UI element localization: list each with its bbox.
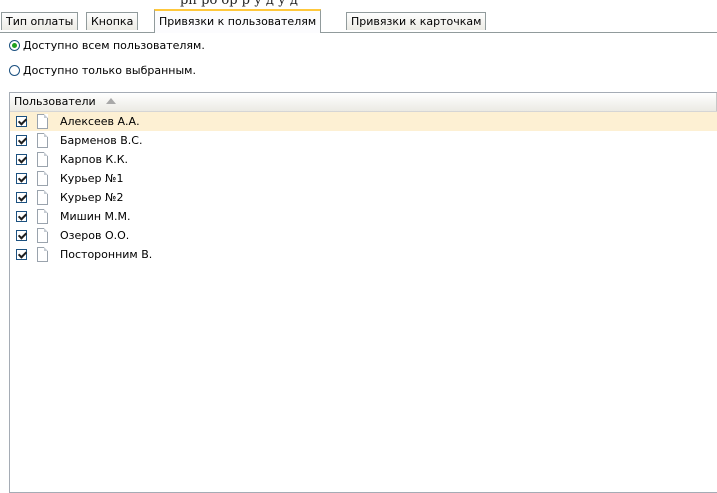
users-rows: Алексеев А.А. Барменов В.С. Карпов К.К. Кур… [10, 112, 717, 264]
radio-unselected-icon[interactable] [9, 65, 20, 76]
users-column-label: Пользователи [14, 95, 96, 108]
user-name: Курьер №1 [60, 172, 124, 185]
document-icon [37, 228, 48, 243]
user-name: Мишин М.М. [60, 210, 131, 223]
checkbox[interactable] [16, 154, 27, 165]
user-name: Курьер №2 [60, 191, 124, 204]
checkbox[interactable] [16, 173, 27, 184]
document-icon [37, 152, 48, 167]
list-item[interactable]: Алексеев А.А. [10, 112, 717, 131]
document-icon [37, 133, 48, 148]
user-name: Карпов К.К. [60, 153, 129, 166]
checkbox[interactable] [16, 230, 27, 241]
list-item[interactable]: Мишин М.М. [10, 207, 717, 226]
document-icon [37, 171, 48, 186]
checkbox[interactable] [16, 211, 27, 222]
clipped-title-text: рп ро ор р у д у д [180, 0, 298, 8]
list-item[interactable]: Карпов К.К. [10, 150, 717, 169]
sort-ascending-icon [105, 98, 116, 104]
list-item[interactable]: Посторонним В. [10, 245, 717, 264]
list-item[interactable]: Барменов В.С. [10, 131, 717, 150]
radio-selected-only-label: Доступно только выбранным. [23, 64, 196, 77]
checkbox[interactable] [16, 116, 27, 127]
document-icon [37, 114, 48, 129]
radio-all-users[interactable]: Доступно всем пользователям. [9, 38, 205, 54]
radio-selected-only[interactable]: Доступно только выбранным. [9, 63, 196, 79]
user-name: Алексеев А.А. [60, 115, 140, 128]
checkbox[interactable] [16, 192, 27, 203]
radio-all-users-label: Доступно всем пользователям. [23, 39, 205, 52]
tab-bar: Тип оплаты Кнопка Привязки к пользовател… [0, 9, 717, 33]
list-item[interactable]: Курьер №1 [10, 169, 717, 188]
users-list: Пользователи Алексеев А.А. Барменов В.С. К… [9, 92, 717, 493]
tab-payment-type[interactable]: Тип оплаты [1, 12, 79, 30]
tab-button[interactable]: Кнопка [86, 12, 139, 30]
user-name: Барменов В.С. [60, 134, 143, 147]
checkbox[interactable] [16, 135, 27, 146]
user-name: Озеров О.О. [60, 229, 130, 242]
document-icon [37, 247, 48, 262]
tab-card-bindings[interactable]: Привязки к карточкам [346, 12, 487, 30]
radio-selected-icon[interactable] [9, 40, 20, 51]
user-bindings-panel: Доступно всем пользователям. Доступно то… [0, 33, 717, 493]
users-column-header[interactable]: Пользователи [10, 93, 717, 112]
document-icon [37, 190, 48, 205]
list-item[interactable]: Озеров О.О. [10, 226, 717, 245]
tab-user-bindings[interactable]: Привязки к пользователям [154, 9, 322, 33]
clipped-title-strip: рп ро ор р у д у д [0, 0, 717, 8]
document-icon [37, 209, 48, 224]
checkbox[interactable] [16, 249, 27, 260]
user-name: Посторонним В. [60, 248, 153, 261]
list-item[interactable]: Курьер №2 [10, 188, 717, 207]
